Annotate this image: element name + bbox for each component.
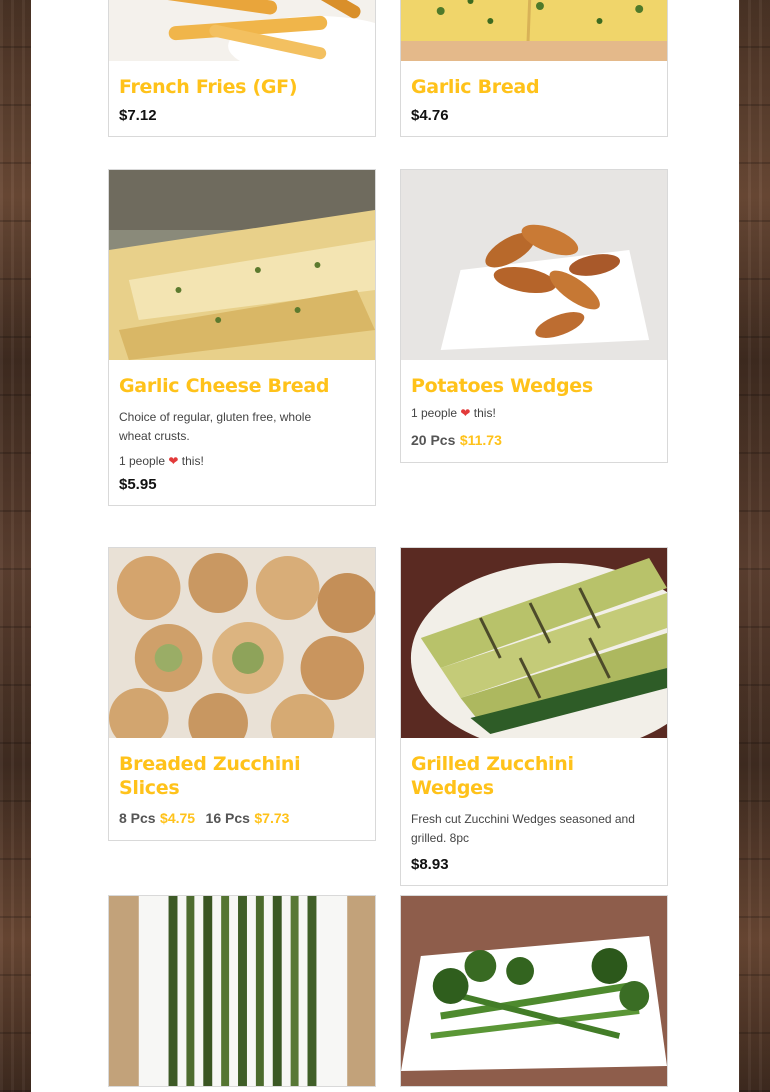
item-description: Choice of regular, gluten free, whole wh… <box>119 410 312 443</box>
asparagus-photo <box>109 896 375 1086</box>
likes-suffix: this! <box>473 406 496 420</box>
item-title[interactable]: Garlic Cheese Bread <box>119 374 365 398</box>
menu-item-card[interactable]: Garlic Cheese Bread Choice of regular, g… <box>108 169 376 506</box>
option-label: 20 Pcs <box>411 432 456 448</box>
item-title[interactable]: French Fries (GF) <box>119 75 365 99</box>
option-label: 8 Pcs <box>119 810 156 826</box>
menu-item-card[interactable]: Breaded Zucchini Slices 8 Pcs $4.75 16 P… <box>108 547 376 841</box>
item-title[interactable]: Grilled Zucchini Wedges <box>411 752 657 800</box>
heart-icon[interactable]: ❤ <box>168 454 178 468</box>
option-price[interactable]: $4.75 <box>160 810 195 826</box>
likes-suffix: this! <box>181 454 204 468</box>
menu-page: French Fries (GF) $7.12 Garlic Bread $4.… <box>31 0 739 1092</box>
size-options: 8 Pcs $4.75 16 Pcs $7.73 <box>119 810 365 828</box>
likes-prefix: 1 people <box>119 454 166 468</box>
menu-item-card[interactable]: Garlic Bread $4.76 <box>400 0 668 137</box>
breaded-zucchini-photo <box>109 548 375 738</box>
french-fries-photo <box>109 0 375 61</box>
option-price[interactable]: $11.73 <box>460 432 502 448</box>
item-price: $8.93 <box>411 856 449 873</box>
grilled-zucchini-photo <box>401 548 667 738</box>
potato-wedges-photo <box>401 170 667 360</box>
likes-prefix: 1 people <box>411 406 458 420</box>
item-title[interactable]: Breaded Zucchini Slices <box>119 752 365 800</box>
option-price[interactable]: $7.73 <box>254 810 289 826</box>
heart-icon[interactable]: ❤ <box>460 406 470 420</box>
item-title[interactable]: Garlic Bread <box>411 75 657 99</box>
menu-item-card[interactable] <box>400 895 668 1087</box>
size-options: 20 Pcs $11.73 <box>411 432 657 450</box>
likes-count: 1 people ❤ this! <box>119 454 365 468</box>
item-title[interactable]: Potatoes Wedges <box>411 374 657 398</box>
likes-count: 1 people ❤ this! <box>411 406 657 420</box>
menu-item-card[interactable]: Potatoes Wedges 1 people ❤ this! 20 Pcs … <box>400 169 668 463</box>
menu-item-card[interactable]: French Fries (GF) $7.12 <box>108 0 376 137</box>
menu-item-card[interactable] <box>108 895 376 1087</box>
garlic-cheese-bread-photo <box>109 170 375 360</box>
item-price: $7.12 <box>119 107 157 124</box>
item-price: $5.95 <box>119 476 157 493</box>
garlic-bread-photo <box>401 0 667 61</box>
item-price: $4.76 <box>411 107 449 124</box>
option-label: 16 Pcs <box>205 810 250 826</box>
item-description: Fresh cut Zucchini Wedges seasoned and g… <box>411 812 635 845</box>
broccolini-photo <box>401 896 667 1086</box>
menu-item-card[interactable]: Grilled Zucchini Wedges Fresh cut Zucchi… <box>400 547 668 886</box>
